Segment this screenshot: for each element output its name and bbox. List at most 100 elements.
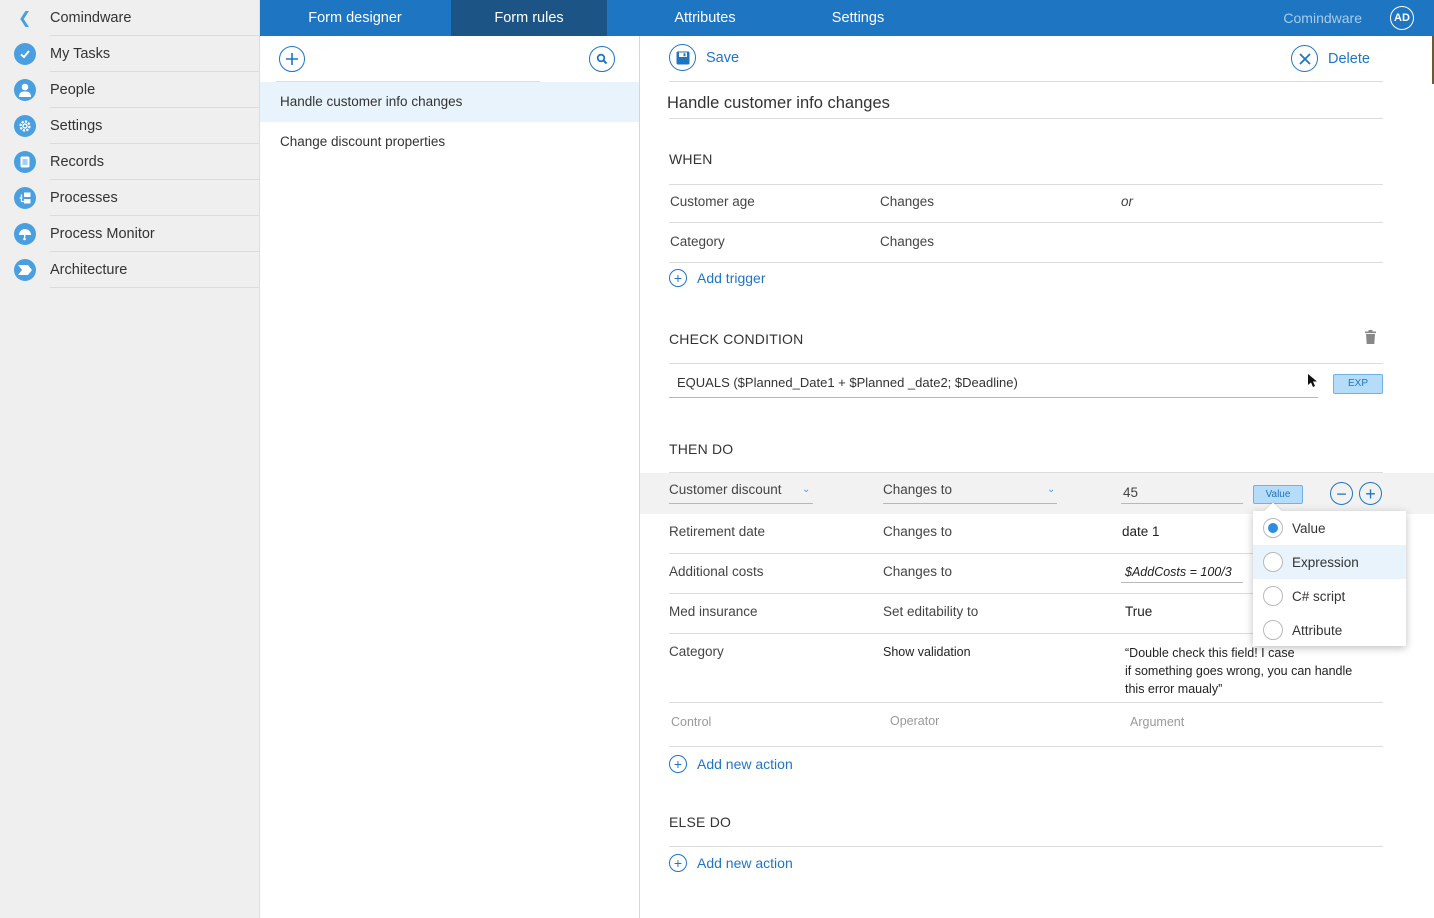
- plus-circle-icon: +: [669, 854, 687, 872]
- gauge-icon: [14, 223, 36, 245]
- trash-icon[interactable]: [1365, 330, 1376, 347]
- sidebar-item-label: Process Monitor: [50, 226, 155, 242]
- tab-settings[interactable]: Settings: [790, 0, 926, 36]
- add-action-label: Add new action: [697, 756, 793, 772]
- architecture-icon: [14, 259, 36, 281]
- sidebar-item-label: My Tasks: [50, 46, 111, 62]
- divider: [669, 846, 1383, 847]
- process-icon: [14, 187, 36, 209]
- add-else-action-link[interactable]: + Add new action: [669, 854, 793, 872]
- sidebar-item-label: Processes: [50, 190, 118, 206]
- divider: [669, 81, 1383, 82]
- new-action-control-placeholder[interactable]: Control: [671, 715, 711, 729]
- chevron-down-icon[interactable]: ⌄: [1047, 484, 1055, 495]
- option-label: Value: [1292, 520, 1326, 536]
- radio-icon: [1263, 552, 1283, 572]
- add-action-button[interactable]: +: [1359, 482, 1382, 505]
- chevron-left-icon: ❮: [18, 10, 32, 27]
- sidebar-item-records[interactable]: Records: [0, 144, 260, 180]
- action-control-select[interactable]: Customer discount: [669, 482, 782, 497]
- rule-name-field[interactable]: Handle customer info changes: [667, 94, 890, 113]
- tab-form-rules[interactable]: Form rules: [451, 0, 607, 36]
- add-rule-button[interactable]: [279, 46, 305, 72]
- action-operator-select[interactable]: Changes to: [883, 482, 952, 497]
- save-label: Save: [706, 49, 740, 66]
- argument-line: if something goes wrong, you can handle: [1125, 664, 1353, 678]
- sidebar-item-people[interactable]: People: [0, 72, 260, 108]
- sidebar-item-label: Records: [50, 154, 104, 170]
- action-operator[interactable]: Show validation: [883, 645, 971, 659]
- close-icon: [1291, 45, 1318, 72]
- check-icon: [14, 43, 36, 65]
- divider: [669, 702, 1383, 703]
- divider: [669, 363, 1383, 364]
- search-rules-button[interactable]: [589, 46, 615, 72]
- action-argument[interactable]: “Double check this field! I case if some…: [1125, 644, 1352, 698]
- rule-list-item[interactable]: Handle customer info changes: [260, 82, 639, 122]
- save-button[interactable]: Save: [669, 44, 739, 71]
- condition-section-title: CHECK CONDITION: [669, 331, 804, 347]
- sidebar-item-label: Architecture: [50, 262, 128, 278]
- rule-editor: Save Delete Handle customer info changes…: [640, 36, 1434, 918]
- mode-option-csharp[interactable]: C# script: [1253, 579, 1406, 613]
- action-operator[interactable]: Changes to: [883, 564, 952, 579]
- sidebar-item-my-tasks[interactable]: My Tasks: [0, 36, 260, 72]
- trigger-connector: or: [1121, 194, 1134, 209]
- mode-option-expression[interactable]: Expression: [1253, 545, 1406, 579]
- rules-list-panel: Handle customer info changes Change disc…: [260, 36, 640, 918]
- add-else-action-label: Add new action: [697, 855, 793, 871]
- user-avatar[interactable]: AD: [1390, 6, 1414, 30]
- sidebar-item-label: People: [50, 82, 96, 98]
- brand-label: Comindware: [1283, 10, 1362, 26]
- action-argument-input[interactable]: 45: [1123, 485, 1138, 500]
- remove-action-button[interactable]: −: [1330, 482, 1353, 505]
- delete-label: Delete: [1328, 50, 1370, 67]
- rule-list-item[interactable]: Change discount properties: [260, 122, 639, 162]
- trigger-event[interactable]: Changes: [880, 234, 934, 249]
- sidebar-item-architecture[interactable]: Architecture: [0, 252, 260, 288]
- divider: [669, 222, 1383, 223]
- option-label: C# script: [1292, 588, 1346, 604]
- action-argument[interactable]: True: [1125, 604, 1152, 619]
- trigger-event[interactable]: Changes: [880, 194, 934, 209]
- condition-mode-button[interactable]: EXP: [1333, 374, 1383, 394]
- mode-option-value[interactable]: Value: [1253, 511, 1406, 545]
- divider: [669, 262, 1383, 263]
- new-action-argument-placeholder[interactable]: Argument: [1130, 715, 1184, 729]
- mode-option-attribute[interactable]: Attribute: [1253, 613, 1406, 647]
- person-icon: [14, 79, 36, 101]
- plus-icon: +: [1365, 483, 1376, 504]
- action-operator[interactable]: Set editability to: [883, 604, 978, 619]
- chevron-down-icon[interactable]: ⌄: [802, 484, 810, 495]
- cursor-icon: [1308, 374, 1318, 391]
- add-trigger-link[interactable]: + Add trigger: [669, 269, 765, 287]
- delete-button[interactable]: Delete: [1291, 45, 1370, 72]
- top-navigation: Form designer Form rules Attributes Sett…: [260, 0, 1434, 36]
- sidebar-back[interactable]: ❮ Comindware: [0, 0, 260, 36]
- sidebar-item-processes[interactable]: Processes: [0, 180, 260, 216]
- trigger-field[interactable]: Category: [670, 234, 725, 249]
- divider: [669, 746, 1383, 747]
- action-argument[interactable]: $AddCosts = 100/3: [1125, 565, 1232, 579]
- trigger-field[interactable]: Customer age: [670, 194, 755, 209]
- action-operator[interactable]: Changes to: [883, 524, 952, 539]
- add-new-action-link[interactable]: + Add new action: [669, 755, 793, 773]
- tab-form-designer[interactable]: Form designer: [260, 0, 450, 36]
- divider: [669, 118, 1383, 119]
- action-control[interactable]: Retirement date: [669, 524, 765, 539]
- argument-mode-button[interactable]: Value: [1253, 485, 1303, 504]
- radio-icon: [1263, 586, 1283, 606]
- input-underline: [1121, 503, 1243, 504]
- action-argument[interactable]: date 1: [1122, 524, 1160, 539]
- condition-expression-input[interactable]: EQUALS ($Planned_Date1 + $Planned _date2…: [677, 375, 1018, 390]
- sidebar-item-settings[interactable]: Settings: [0, 108, 260, 144]
- radio-icon: [1263, 620, 1283, 640]
- sidebar-item-process-monitor[interactable]: Process Monitor: [0, 216, 260, 252]
- divider: [669, 184, 1383, 185]
- when-section-title: WHEN: [669, 151, 713, 167]
- action-control[interactable]: Additional costs: [669, 564, 764, 579]
- new-action-operator-placeholder[interactable]: Operator: [890, 714, 939, 728]
- action-control[interactable]: Med insurance: [669, 604, 758, 619]
- tab-attributes[interactable]: Attributes: [630, 0, 780, 36]
- action-control[interactable]: Category: [669, 644, 724, 659]
